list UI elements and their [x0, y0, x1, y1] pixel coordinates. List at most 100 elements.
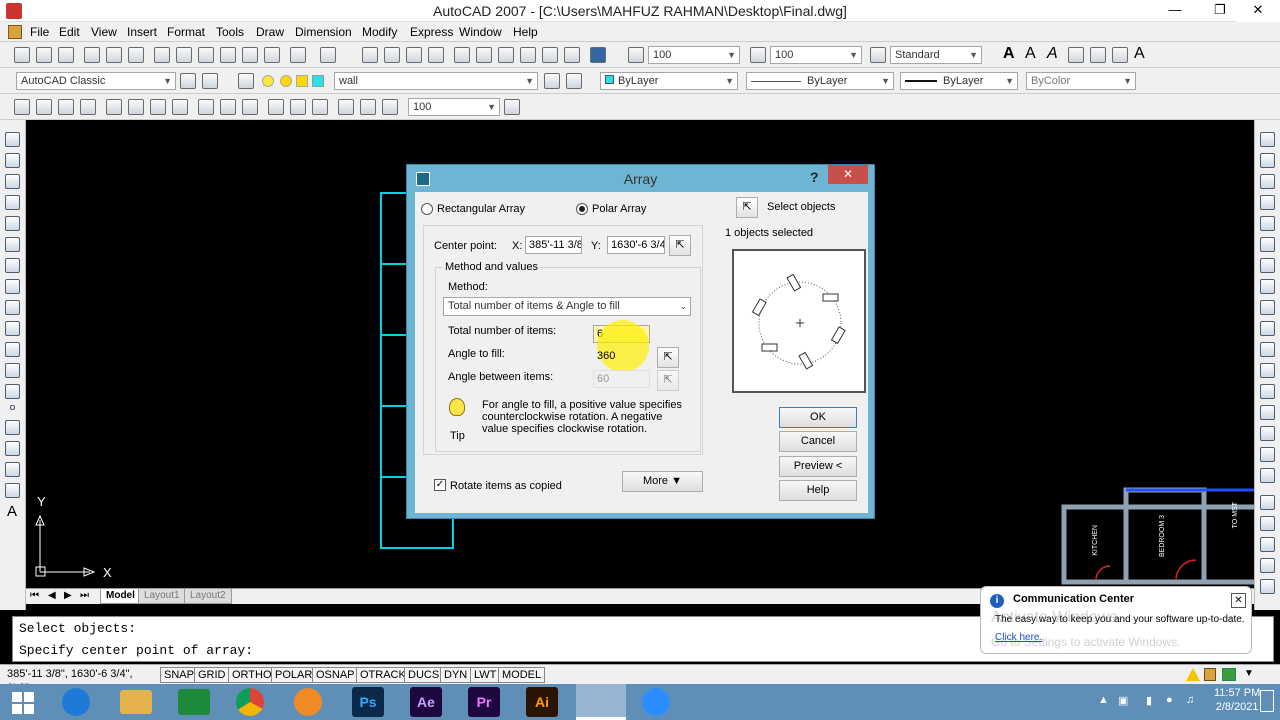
make-current-layer-icon[interactable] — [544, 73, 560, 89]
select-objects-button[interactable]: ⇱ — [736, 197, 758, 218]
move-icon[interactable] — [1260, 237, 1275, 252]
lock-icon[interactable] — [1204, 668, 1216, 681]
zoom-app-icon[interactable] — [642, 688, 670, 716]
jogged-dim-icon[interactable] — [128, 99, 144, 115]
pick-center-point-button[interactable]: ⇱ — [669, 235, 691, 256]
zoom-window-icon[interactable] — [406, 47, 422, 63]
layer-dropdown[interactable]: wall ▼ — [334, 72, 538, 90]
dim-text-edit-icon[interactable] — [360, 99, 376, 115]
minimize-button[interactable]: — — [1160, 0, 1190, 22]
menu-format[interactable]: Format — [167, 25, 205, 39]
layer-freeze-icon[interactable] — [280, 75, 292, 87]
help-button[interactable]: Help — [779, 480, 857, 501]
plotstyle-dropdown[interactable]: ByColor ▼ — [1026, 72, 1136, 90]
total-items-input[interactable]: 6 — [593, 325, 650, 343]
tray-chevron-icon[interactable]: ▲ — [1098, 694, 1109, 706]
center-y-input[interactable]: 1630'-6 3/4 — [607, 236, 665, 254]
dim-height-dropdown[interactable]: 100 ▼ — [770, 46, 862, 64]
pick-angle-fill-button[interactable]: ⇱ — [657, 347, 679, 368]
layer-color-icon[interactable] — [312, 75, 324, 87]
menu-insert[interactable]: Insert — [127, 25, 157, 39]
stretch-icon[interactable] — [1260, 300, 1275, 315]
ducs-toggle[interactable]: DUCS — [404, 667, 444, 683]
edit-text-icon[interactable]: A — [1047, 45, 1058, 63]
polar-toggle[interactable]: POLAR — [271, 667, 317, 683]
more-button[interactable]: More ▼ — [622, 471, 703, 492]
tool-palettes-icon[interactable] — [498, 47, 514, 63]
dialog-close-button[interactable]: ✕ — [828, 165, 868, 184]
gradient-icon[interactable] — [5, 441, 20, 456]
dim-scale-dropdown[interactable]: 100 ▼ — [408, 98, 500, 116]
zoom-previous-icon[interactable] — [428, 47, 444, 63]
menu-edit[interactable]: Edit — [59, 25, 80, 39]
rotate-items-checkbox[interactable]: ✓ — [434, 479, 446, 491]
extra-tool-icon-5[interactable] — [1260, 579, 1275, 594]
aligned-dim-icon[interactable] — [36, 99, 52, 115]
radius-dim-icon[interactable] — [106, 99, 122, 115]
help-icon[interactable] — [590, 47, 606, 63]
layer-lock-icon[interactable] — [296, 75, 308, 87]
save-workspace-icon[interactable] — [202, 73, 218, 89]
tray-clock[interactable]: 11:57 PM 2/8/2021 — [1214, 687, 1260, 713]
polygon-icon[interactable] — [5, 195, 20, 210]
photoshop-icon[interactable]: Ps — [352, 687, 384, 717]
plot-icon[interactable] — [84, 47, 100, 63]
text-to-mtext-icon[interactable]: A — [1134, 45, 1145, 63]
markup-icon[interactable] — [542, 47, 558, 63]
tab-next-icon[interactable]: ▶ — [64, 590, 72, 601]
paste-icon[interactable] — [198, 47, 214, 63]
menu-file[interactable]: File — [30, 25, 49, 39]
spline-icon[interactable] — [5, 300, 20, 315]
text-style-icon[interactable] — [628, 47, 644, 63]
erase-icon[interactable] — [1260, 132, 1275, 147]
style-dropdown[interactable]: Standard ▼ — [890, 46, 982, 64]
hatch-icon[interactable] — [5, 420, 20, 435]
dyn-toggle[interactable]: DYN — [440, 667, 472, 683]
undo-icon[interactable] — [290, 47, 306, 63]
tolerance-icon[interactable] — [290, 99, 306, 115]
tab-layout1[interactable]: Layout1 — [138, 589, 186, 604]
properties-icon[interactable] — [454, 47, 470, 63]
menu-help[interactable]: Help — [513, 25, 538, 39]
polar-array-radio[interactable] — [576, 203, 588, 215]
dialog-help-button[interactable]: ? — [810, 169, 819, 185]
make-block-icon[interactable] — [5, 384, 20, 399]
dim-edit-icon[interactable] — [338, 99, 354, 115]
text-height-dropdown[interactable]: 100 ▼ — [648, 46, 740, 64]
autocad-taskbar-button[interactable] — [576, 684, 626, 720]
menu-express[interactable]: Express — [410, 25, 453, 39]
extra-tool-icon-4[interactable] — [1260, 558, 1275, 573]
preview-button[interactable]: Preview < — [779, 456, 857, 477]
start-button[interactable] — [12, 692, 34, 714]
menu-draw[interactable]: Draw — [256, 25, 284, 39]
snap-toggle[interactable]: SNAP — [160, 667, 198, 683]
otrack-toggle[interactable]: OTRACK — [356, 667, 410, 683]
scale-text-icon[interactable] — [1090, 47, 1106, 63]
justify-text-icon[interactable] — [1112, 47, 1128, 63]
ellipse-arc-icon[interactable] — [5, 342, 20, 357]
baseline-dim-icon[interactable] — [220, 99, 236, 115]
offset-icon[interactable] — [1260, 195, 1275, 210]
brush-icon[interactable] — [264, 47, 280, 63]
communication-icon[interactable] — [1222, 668, 1236, 681]
join-icon[interactable] — [1260, 405, 1275, 420]
store-icon[interactable] — [178, 689, 210, 715]
point-icon[interactable] — [10, 405, 15, 410]
new-icon[interactable] — [14, 47, 30, 63]
quick-dim-icon[interactable] — [198, 99, 214, 115]
block-editor-icon[interactable] — [242, 47, 258, 63]
angular-dim-icon[interactable] — [172, 99, 188, 115]
menu-dimension[interactable]: Dimension — [295, 25, 352, 39]
close-button[interactable]: ✕ — [1236, 0, 1280, 22]
table-icon[interactable] — [5, 483, 20, 498]
color-dropdown[interactable]: ByLayer ▼ — [600, 72, 738, 90]
publish-icon[interactable] — [128, 47, 144, 63]
comm-close-button[interactable]: ✕ — [1231, 593, 1246, 608]
trim-icon[interactable] — [1260, 321, 1275, 336]
layer-previous-icon[interactable] — [566, 73, 582, 89]
osnap-toggle[interactable]: OSNAP — [312, 667, 359, 683]
scale-icon[interactable] — [1260, 279, 1275, 294]
break-icon[interactable] — [1260, 384, 1275, 399]
arc-icon[interactable] — [5, 237, 20, 252]
extend-icon[interactable] — [1260, 342, 1275, 357]
